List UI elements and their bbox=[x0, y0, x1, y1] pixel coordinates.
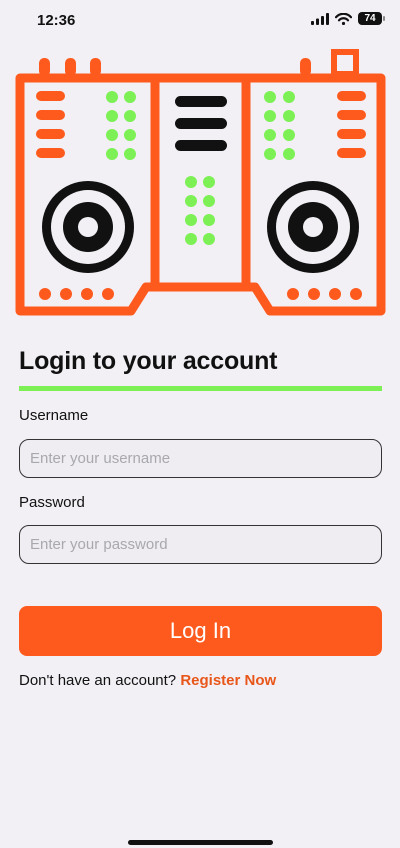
login-button[interactable]: Log In bbox=[19, 606, 382, 656]
password-label: Password bbox=[19, 494, 85, 511]
mixer-power-knob bbox=[331, 49, 359, 77]
home-indicator[interactable] bbox=[128, 840, 273, 845]
username-input[interactable] bbox=[19, 439, 382, 478]
status-icons: 74 bbox=[311, 12, 385, 25]
battery-icon: 74 bbox=[358, 12, 385, 25]
dj-mixer-icon bbox=[15, 49, 386, 316]
title-underline bbox=[19, 386, 382, 391]
register-row: Don't have an account? Register Now bbox=[19, 672, 276, 689]
right-sliders bbox=[337, 91, 366, 158]
left-leds bbox=[106, 91, 136, 160]
left-buttons bbox=[39, 288, 114, 300]
right-leds bbox=[264, 91, 295, 160]
left-turntable bbox=[42, 181, 134, 273]
status-bar: 12:36 74 bbox=[0, 0, 400, 40]
signal-icon bbox=[311, 12, 329, 25]
right-buttons bbox=[287, 288, 362, 300]
mixer-knobs bbox=[39, 58, 311, 76]
wifi-icon bbox=[335, 12, 352, 25]
center-bars bbox=[175, 96, 227, 151]
page-title: Login to your account bbox=[19, 347, 278, 375]
password-input[interactable] bbox=[19, 525, 382, 564]
register-link[interactable]: Register Now bbox=[180, 672, 276, 689]
battery-level: 74 bbox=[364, 13, 376, 24]
left-sliders bbox=[36, 91, 65, 158]
right-turntable bbox=[267, 181, 359, 273]
status-time: 12:36 bbox=[37, 12, 76, 29]
username-label: Username bbox=[19, 407, 89, 424]
center-leds bbox=[185, 176, 215, 245]
register-prompt: Don't have an account? bbox=[19, 672, 177, 689]
